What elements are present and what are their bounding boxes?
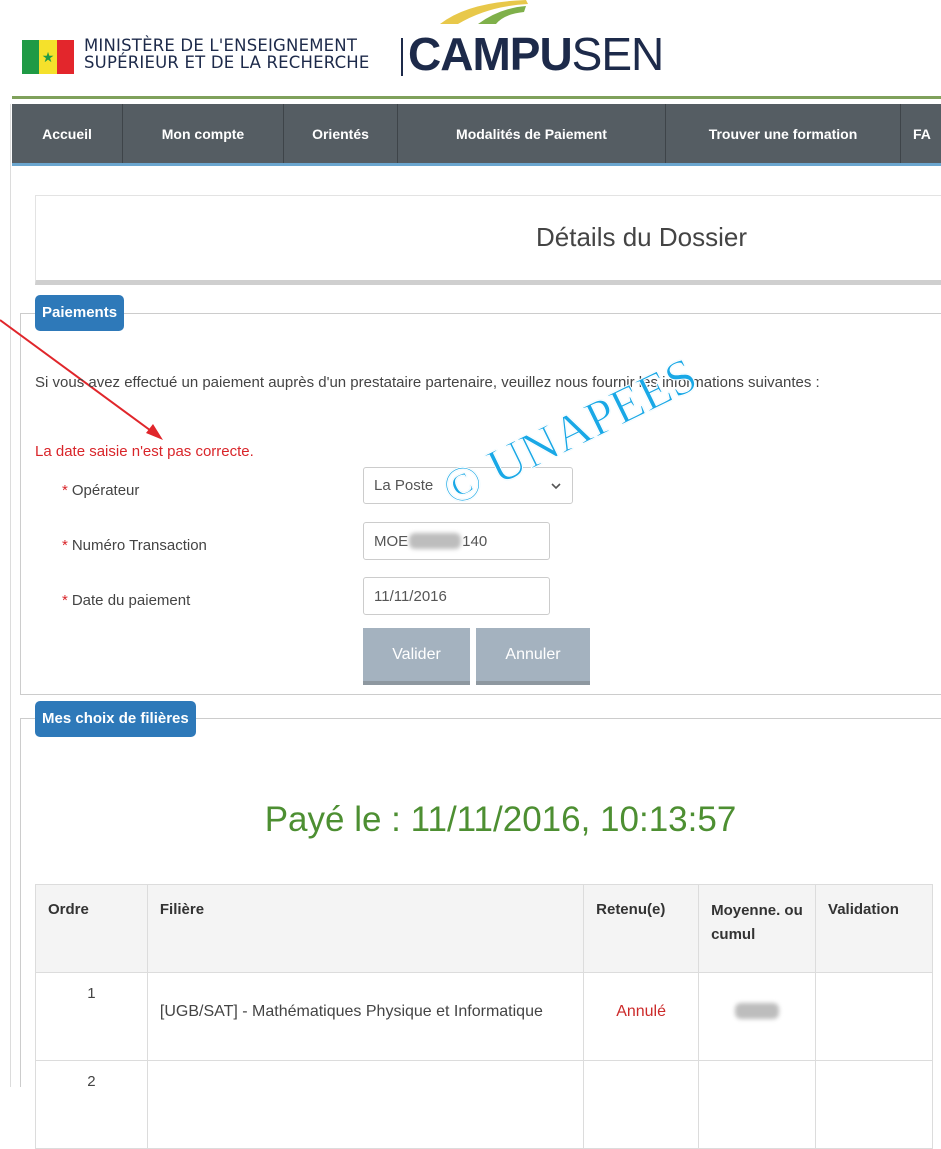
row-retenu: [583, 1060, 700, 1149]
column-header-retenu: Retenu(e): [583, 884, 700, 973]
page-title: Détails du Dossier: [536, 222, 747, 252]
transaction-input[interactable]: MOE 140: [363, 522, 550, 560]
nav-item-modalites-paiement[interactable]: Modalités de Paiement: [398, 104, 666, 163]
operator-label-text: Opérateur: [71, 482, 140, 499]
operator-selected-value: La Poste: [374, 477, 434, 494]
main-nav: Accueil Mon compte Orientés Modalités de…: [12, 104, 941, 166]
row-ordre: 1: [35, 972, 148, 1061]
logo-light-text: SEN: [571, 28, 665, 80]
campusen-logo[interactable]: CAMPUSEN: [408, 27, 665, 81]
payment-date-heading: Payé le : 11/11/2016, 10:13:57: [264, 800, 737, 839]
nav-item-mon-compte[interactable]: Mon compte: [123, 104, 284, 163]
payments-info-text: Si vous avez effectué un paiement auprès…: [35, 374, 820, 391]
date-label: * Date du paiement: [62, 592, 190, 609]
redacted-blur: [409, 533, 462, 549]
date-error-message: La date saisie n'est pas correcte.: [35, 443, 254, 460]
required-mark: *: [62, 592, 68, 609]
table-header-row: Ordre Filière Retenu(e) Moyenne. ou cumu…: [35, 884, 933, 973]
transaction-value-prefix: MOE: [374, 532, 409, 550]
date-label-text: Date du paiement: [71, 592, 191, 609]
required-mark: *: [62, 537, 68, 554]
transaction-label-text: Numéro Transaction: [71, 537, 207, 554]
nav-item-orientes[interactable]: Orientés: [284, 104, 398, 163]
logo-arc-icon: [440, 0, 528, 24]
ministry-line-2: SUPÉRIEUR ET DE LA RECHERCHE: [84, 53, 370, 72]
choices-legend: Mes choix de filières: [35, 701, 196, 737]
page-frame: [10, 104, 11, 1087]
senegal-flag-icon: ★: [22, 40, 74, 74]
nav-item-trouver-formation[interactable]: Trouver une formation: [666, 104, 901, 163]
row-validation: [815, 972, 933, 1061]
nav-item-faq[interactable]: FA: [901, 104, 941, 163]
row-moyenne: [698, 972, 817, 1061]
payment-date-value: 11/11/2016: [374, 587, 447, 605]
dossier-header-box: [35, 195, 941, 285]
cancel-button[interactable]: Annuler: [476, 628, 590, 685]
transaction-value-suffix: 140: [462, 532, 488, 550]
nav-item-accueil[interactable]: Accueil: [12, 104, 123, 163]
column-header-ordre: Ordre: [35, 884, 148, 973]
redacted-blur: [735, 1003, 780, 1019]
table-row[interactable]: 2: [35, 1060, 933, 1149]
column-header-filiere: Filière: [146, 884, 585, 973]
choices-table: Ordre Filière Retenu(e) Moyenne. ou cumu…: [35, 884, 933, 1149]
row-validation: [815, 1060, 933, 1149]
chevron-down-icon: [551, 482, 561, 489]
site-header: ★ MINISTÈRE DE L'ENSEIGNEMENT SUPÉRIEUR …: [0, 0, 941, 98]
column-header-moyenne: Moyenne. ou cumul: [698, 884, 817, 973]
payment-date-input[interactable]: 11/11/2016: [363, 577, 550, 615]
logo-separator: [401, 38, 403, 76]
required-mark: *: [62, 482, 68, 499]
column-header-validation: Validation: [815, 884, 933, 973]
header-divider: [12, 96, 941, 99]
operator-label: * Opérateur: [62, 482, 139, 499]
row-filiere: [UGB/SAT] - Mathématiques Physique et In…: [146, 972, 585, 1061]
validate-button[interactable]: Valider: [363, 628, 470, 685]
logo-bold-text: CAMPU: [408, 28, 573, 80]
table-row[interactable]: 1 [UGB/SAT] - Mathématiques Physique et …: [35, 972, 933, 1061]
transaction-label: * Numéro Transaction: [62, 537, 207, 554]
row-moyenne: [698, 1060, 817, 1149]
row-retenu: Annulé: [583, 972, 700, 1061]
ministry-name: MINISTÈRE DE L'ENSEIGNEMENT SUPÉRIEUR ET…: [84, 37, 370, 71]
row-filiere: [146, 1060, 585, 1149]
ministry-line-1: MINISTÈRE DE L'ENSEIGNEMENT: [84, 36, 358, 55]
row-ordre: 2: [35, 1060, 148, 1149]
